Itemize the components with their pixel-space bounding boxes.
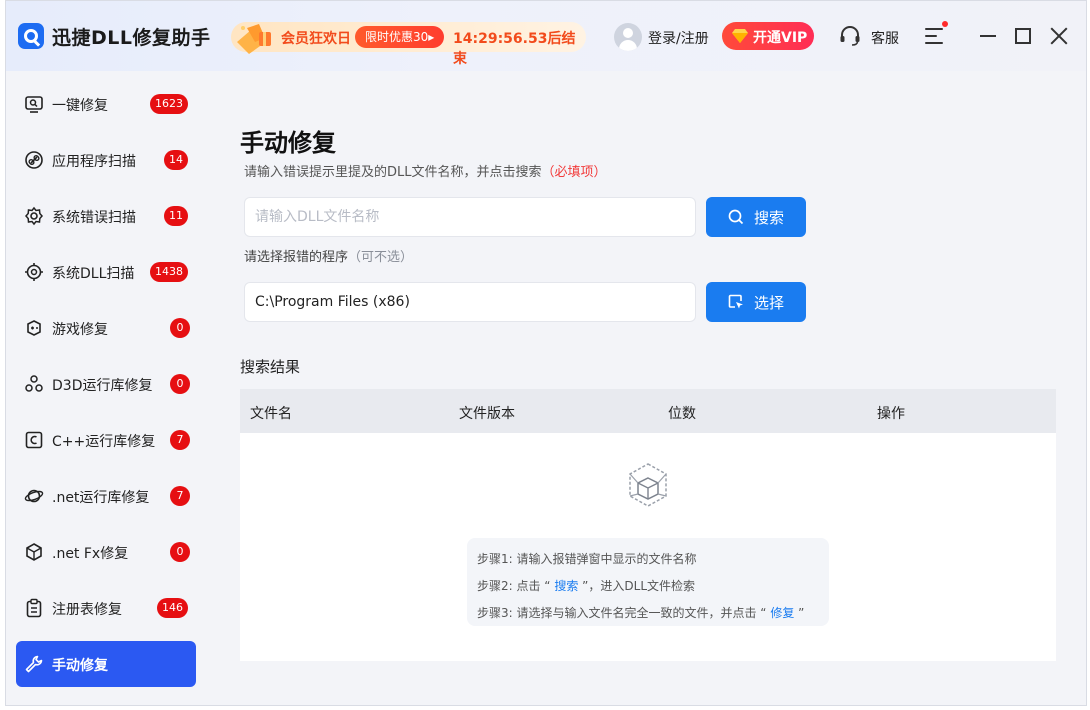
required-label: （必填项）: [541, 165, 607, 180]
count-badge: 7: [170, 430, 190, 450]
promo-discount-pill[interactable]: 限时优惠30▸: [355, 26, 445, 48]
gear-icon: [25, 206, 43, 226]
search-hint-text: 请输入错误提示里提及的DLL文件名称，并点击搜索: [244, 165, 542, 180]
program-hint: 请选择报错的程序（可不选）: [244, 246, 413, 265]
results-title: 搜索结果: [240, 358, 301, 376]
column-header: 文件版本: [459, 406, 515, 422]
results-table-header: 文件名 文件版本 位数 操作: [240, 389, 1056, 433]
empty-box-icon: [629, 463, 667, 507]
wrench-icon: [25, 655, 43, 673]
sidebar-item-system-dll-scan[interactable]: 系统DLL扫描 1438: [16, 249, 196, 295]
step-2: 步骤2: 点击 “ 搜索 ”，进入DLL文件检索: [477, 577, 695, 594]
select-button-label: 选择: [754, 294, 785, 312]
program-path-input[interactable]: C:\Program Files (x86): [244, 282, 696, 322]
sidebar-item-label: 系统DLL扫描: [52, 266, 135, 282]
step-3-repair-link[interactable]: 修复: [767, 606, 799, 620]
count-badge: 0: [170, 374, 190, 394]
sidebar-item-label: 手动修复: [52, 658, 108, 674]
vip-label: 开通VIP: [753, 30, 808, 46]
close-button[interactable]: [1048, 25, 1070, 47]
gamepad-icon: [27, 320, 41, 336]
count-badge: 1623: [150, 94, 188, 114]
notification-dot: [942, 21, 948, 27]
cursor-select-icon: [728, 294, 743, 309]
column-header: 操作: [877, 406, 905, 422]
step-3-text-end: ”: [798, 606, 805, 620]
promo-countdown: 14:29:56.53后结束: [453, 31, 576, 67]
sidebar: 一键修复 1623 应用程序扫描 14 系统错误扫描 11 系统DLL扫描 14…: [6, 71, 206, 705]
login-link[interactable]: 登录/注册: [648, 28, 709, 48]
promo-text: 会员狂欢日: [281, 31, 351, 47]
avatar-icon[interactable]: [614, 23, 642, 51]
gift-icon: [237, 24, 271, 54]
sidebar-item-label: .net Fx修复: [52, 546, 129, 562]
sidebar-item-cpp-repair[interactable]: C++运行库修复 7: [16, 417, 196, 463]
step-3: 步骤3: 请选择与输入文件名完全一致的文件，并点击 “ 修复 ”: [477, 604, 804, 621]
results-table-body: 步骤1: 请输入报错弹窗中显示的文件名称 步骤2: 点击 “ 搜索 ”，进入DL…: [240, 433, 1056, 661]
search-button[interactable]: 搜索: [706, 197, 806, 237]
monitor-search-icon: [25, 96, 43, 113]
search-hint: 请输入错误提示里提及的DLL文件名称，并点击搜索（必填项）: [244, 161, 607, 180]
sidebar-item-label: 系统错误扫描: [52, 210, 136, 226]
title-bar: 迅捷DLL修复助手 会员狂欢日 限时优惠30▸ 14:29:56.53后结束 登…: [6, 1, 1086, 71]
cube-icon: [26, 543, 42, 561]
maximize-button[interactable]: [1012, 25, 1034, 47]
page-title: 手动修复: [240, 129, 336, 157]
sidebar-item-app-scan[interactable]: 应用程序扫描 14: [16, 137, 196, 183]
count-badge: 146: [157, 598, 188, 618]
column-header: 位数: [668, 406, 696, 422]
minimize-button[interactable]: [977, 25, 999, 47]
vip-button[interactable]: 开通VIP: [722, 22, 814, 50]
target-gear-icon: [25, 263, 43, 281]
dll-search-input[interactable]: 请输入DLL文件名称: [244, 197, 696, 237]
sidebar-item-dotnet-fx-repair[interactable]: .net Fx修复 0: [16, 529, 196, 575]
count-badge: 1438: [150, 262, 188, 282]
sidebar-item-label: 游戏修复: [52, 322, 108, 338]
select-program-button[interactable]: 选择: [706, 282, 806, 322]
count-badge: 0: [170, 542, 190, 562]
customer-service-link[interactable]: 客服: [871, 28, 899, 48]
sidebar-item-system-error-scan[interactable]: 系统错误扫描 11: [16, 193, 196, 239]
count-badge: 11: [164, 206, 188, 226]
c-box-icon: [25, 431, 43, 449]
steps-guide: 步骤1: 请输入报错弹窗中显示的文件名称 步骤2: 点击 “ 搜索 ”，进入DL…: [467, 538, 829, 626]
main-panel: 手动修复 请输入错误提示里提及的DLL文件名称，并点击搜索（必填项） 请输入DL…: [206, 71, 1086, 705]
promo-banner[interactable]: 会员狂欢日 限时优惠30▸ 14:29:56.53后结束: [231, 22, 586, 67]
sidebar-item-manual-repair[interactable]: 手动修复: [16, 641, 196, 687]
sidebar-item-one-click-repair[interactable]: 一键修复 1623: [16, 81, 196, 127]
menu-icon[interactable]: [923, 21, 948, 47]
step-2-text: 步骤2: 点击 “: [477, 579, 551, 593]
sidebar-item-dotnet-repair[interactable]: .net运行库修复 7: [16, 473, 196, 519]
app-logo-icon: [18, 23, 44, 49]
link-icon: [25, 151, 43, 169]
count-badge: 7: [170, 486, 190, 506]
sidebar-item-label: 一键修复: [52, 98, 108, 114]
search-button-label: 搜索: [754, 209, 785, 227]
count-badge: 14: [164, 150, 188, 170]
step-2-text-end: ”，进入DLL文件检索: [582, 579, 696, 593]
diamond-icon: [732, 29, 748, 43]
count-badge: 0: [170, 318, 190, 338]
sidebar-item-label: 应用程序扫描: [52, 154, 136, 170]
step-1: 步骤1: 请输入报错弹窗中显示的文件名称: [477, 552, 697, 566]
step-2-search-link[interactable]: 搜索: [551, 579, 583, 593]
sidebar-item-registry-repair[interactable]: 注册表修复 146: [16, 585, 196, 631]
headset-icon[interactable]: [838, 24, 862, 48]
step-3-text: 步骤3: 请选择与输入文件名完全一致的文件，并点击 “: [477, 606, 767, 620]
sidebar-item-label: .net运行库修复: [52, 490, 150, 506]
app-title: 迅捷DLL修复助手: [52, 27, 211, 49]
planet-icon: [24, 489, 44, 503]
sidebar-item-game-repair[interactable]: 游戏修复 0: [16, 305, 196, 351]
sidebar-item-d3d-repair[interactable]: D3D运行库修复 0: [16, 361, 196, 407]
nodes-icon: [25, 375, 43, 392]
search-icon: [728, 209, 744, 225]
app-window: 迅捷DLL修复助手 会员狂欢日 限时优惠30▸ 14:29:56.53后结束 登…: [5, 0, 1087, 706]
column-header: 文件名: [250, 406, 292, 422]
sidebar-item-label: C++运行库修复: [52, 434, 156, 450]
sidebar-item-label: D3D运行库修复: [52, 378, 153, 394]
clipboard-icon: [26, 598, 42, 618]
sidebar-item-label: 注册表修复: [52, 602, 122, 618]
program-hint-text: 请选择报错的程序: [244, 250, 349, 265]
optional-label: （可不选）: [348, 250, 414, 265]
